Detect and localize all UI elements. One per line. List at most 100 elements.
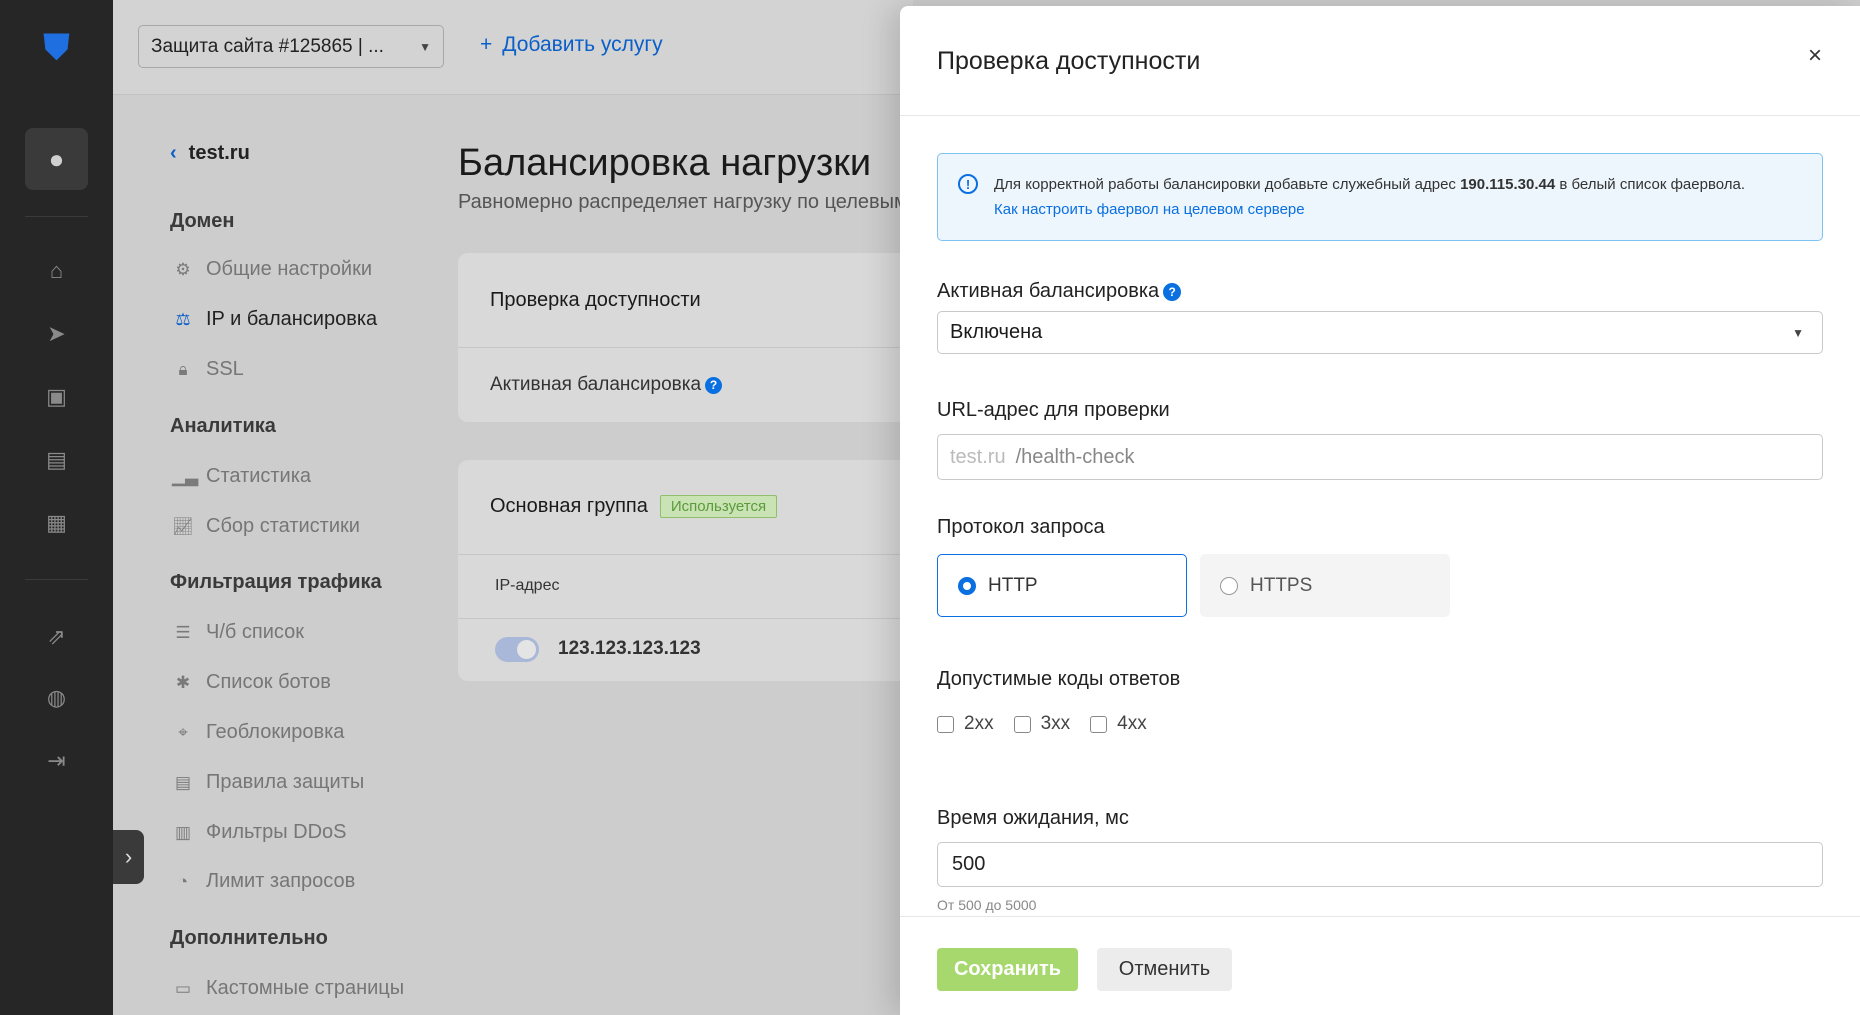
- info-text: Для корректной работы балансировки добав…: [994, 176, 1746, 193]
- divider: [458, 618, 918, 619]
- chevron-down-icon: ▼: [419, 39, 431, 54]
- expand-sidebar-button[interactable]: ›: [113, 830, 144, 884]
- save-button[interactable]: Сохранить: [937, 948, 1078, 991]
- protocol-http-radio[interactable]: HTTP: [937, 554, 1187, 617]
- nav-item[interactable]: ⌖ Геоблокировка: [172, 721, 344, 744]
- icon-rail: ⛊ ● ⌂ ➤ ▣ ▤ ▦ ⇗ ◍ ⇥: [0, 0, 113, 1015]
- divider: [900, 916, 1860, 917]
- logout-icon[interactable]: ⇥: [0, 748, 113, 774]
- main-group-card: Основная группа Используется IP-адрес 12…: [458, 460, 918, 681]
- nav-item-label: IP и балансировка: [206, 308, 378, 330]
- nav-item[interactable]: ☰ Ч/б список: [172, 621, 304, 644]
- nav-item[interactable]: 🔒︎ SSL: [172, 358, 244, 381]
- nav-item[interactable]: ✱ Список ботов: [172, 671, 331, 694]
- radio-label: HTTPS: [1250, 574, 1313, 596]
- lock-icon: 🔒︎: [178, 359, 188, 379]
- divider: [458, 347, 918, 348]
- shopping-bag-icon[interactable]: ▣: [0, 384, 113, 410]
- status-badge: Используется: [659, 495, 778, 518]
- bar-chart-icon: ▁▃: [172, 466, 199, 486]
- close-icon[interactable]: ×: [1808, 42, 1822, 70]
- nav-item-label: Лимит запросов: [206, 870, 356, 892]
- active-balancing-label: Активная балансировка ?: [937, 280, 1182, 303]
- nav-item[interactable]: ⚖ IP и балансировка: [172, 308, 377, 331]
- firewall-help-link[interactable]: Как настроить фаервол на целевом сервере: [994, 201, 1305, 218]
- radio-unselected-icon: [1220, 576, 1238, 595]
- external-link-icon[interactable]: ⇗: [0, 624, 113, 650]
- chart-line-icon: 📈︎: [172, 516, 194, 536]
- add-service-link[interactable]: + Добавить услугу: [480, 33, 663, 57]
- info-icon: !: [958, 174, 978, 194]
- group-header: Основная группа Используется: [490, 495, 778, 518]
- nav-item-label: Правила защиты: [206, 771, 365, 793]
- divider: [25, 216, 88, 217]
- list-icon: ▤: [174, 772, 192, 792]
- nav-section-heading: Домен: [170, 210, 235, 232]
- gear-icon: ⚙: [175, 259, 191, 279]
- nav-item-label: Список ботов: [206, 671, 331, 693]
- home-icon[interactable]: ⌂: [0, 258, 113, 284]
- nav-item[interactable]: ▤ Правила защиты: [172, 771, 364, 794]
- nav-item[interactable]: ▁▃ Статистика: [172, 465, 311, 488]
- globe-icon[interactable]: ◍: [0, 685, 113, 711]
- radio-label: HTTP: [988, 574, 1038, 596]
- response-codes: 2xx 3xx 4xx: [937, 713, 1167, 735]
- paper-plane-icon[interactable]: ➤: [0, 321, 113, 347]
- ip-toggle[interactable]: [495, 637, 539, 662]
- map-pin-icon: ⌖: [178, 722, 188, 742]
- nav-item-label: Геоблокировка: [206, 721, 345, 743]
- divider: [458, 554, 918, 555]
- info-alert: ! Для корректной работы балансировки доб…: [937, 153, 1823, 241]
- modal-title: Проверка доступности: [937, 47, 1201, 75]
- card-title: Проверка доступности: [490, 289, 701, 311]
- nav-item[interactable]: ⚙ Общие настройки: [172, 258, 372, 281]
- chevron-down-icon: ▼: [1792, 325, 1804, 340]
- protocol-https-radio[interactable]: HTTPS: [1200, 554, 1450, 617]
- active-balancing-row: Активная балансировка ?: [490, 374, 723, 396]
- checklist-icon: ☰: [175, 622, 191, 642]
- url-input[interactable]: test.ru /health-check: [937, 434, 1823, 480]
- nav-item[interactable]: ▭ Кастомные страницы: [172, 977, 404, 1000]
- help-icon[interactable]: ?: [1163, 282, 1182, 301]
- radio-selected-icon: [958, 576, 976, 595]
- nav-item[interactable]: ▥ Фильтры DDoS: [172, 821, 347, 844]
- url-prefix: test.ru: [950, 445, 1006, 468]
- health-check-modal: Проверка доступности × ! Для корректной …: [900, 6, 1860, 1015]
- user-icon[interactable]: ●: [25, 128, 88, 190]
- cancel-button[interactable]: Отменить: [1097, 948, 1232, 991]
- column-header-ip: IP-адрес: [495, 577, 560, 594]
- nav-item-label: Общие настройки: [206, 258, 372, 280]
- top-header: Защита сайта #125865 | ... ▼ + Добавить у…: [113, 0, 913, 95]
- back-link[interactable]: ‹ test.ru: [170, 142, 250, 165]
- service-select-value: Защита сайта #125865 | ...: [151, 35, 384, 57]
- nav-item-label: Статистика: [206, 465, 312, 487]
- calendar-icon[interactable]: ▦: [0, 510, 113, 536]
- shield-logo-icon[interactable]: ⛊: [0, 26, 113, 69]
- ip-address: 123.123.123.123: [558, 638, 701, 659]
- timeout-label: Время ожидания, мс: [937, 807, 1129, 829]
- help-icon[interactable]: ?: [705, 376, 723, 394]
- nav-item[interactable]: 📈︎ Сбор статистики: [172, 515, 360, 538]
- divider: [25, 579, 88, 580]
- group-title: Основная группа: [490, 495, 648, 517]
- code-2xx-checkbox[interactable]: 2xx: [937, 713, 994, 735]
- active-balancing-select[interactable]: Включена ▼: [937, 311, 1823, 354]
- service-select[interactable]: Защита сайта #125865 | ... ▼: [138, 25, 444, 68]
- nav-item[interactable]: ◔ Лимит запросов: [172, 870, 355, 893]
- divider: [900, 115, 1860, 116]
- window-icon: ▭: [174, 978, 192, 998]
- bug-icon: ✱: [175, 672, 191, 692]
- timeout-input[interactable]: 500: [937, 842, 1823, 887]
- document-icon[interactable]: ▤: [0, 447, 113, 473]
- code-4xx-checkbox[interactable]: 4xx: [1090, 713, 1147, 735]
- nav-item-label: SSL: [206, 358, 244, 380]
- code-3xx-checkbox[interactable]: 3xx: [1013, 713, 1070, 735]
- response-codes-label: Допустимые коды ответов: [937, 668, 1181, 690]
- plus-icon: +: [480, 33, 493, 56]
- protocol-label: Протокол запроса: [937, 516, 1105, 538]
- timeout-value: 500: [952, 853, 986, 875]
- row-label: Активная балансировка: [490, 374, 702, 395]
- nav-item-label: Кастомные страницы: [206, 977, 405, 999]
- page-title: Балансировка нагрузки: [458, 142, 872, 184]
- nav-item-label: Ч/б список: [206, 621, 304, 643]
